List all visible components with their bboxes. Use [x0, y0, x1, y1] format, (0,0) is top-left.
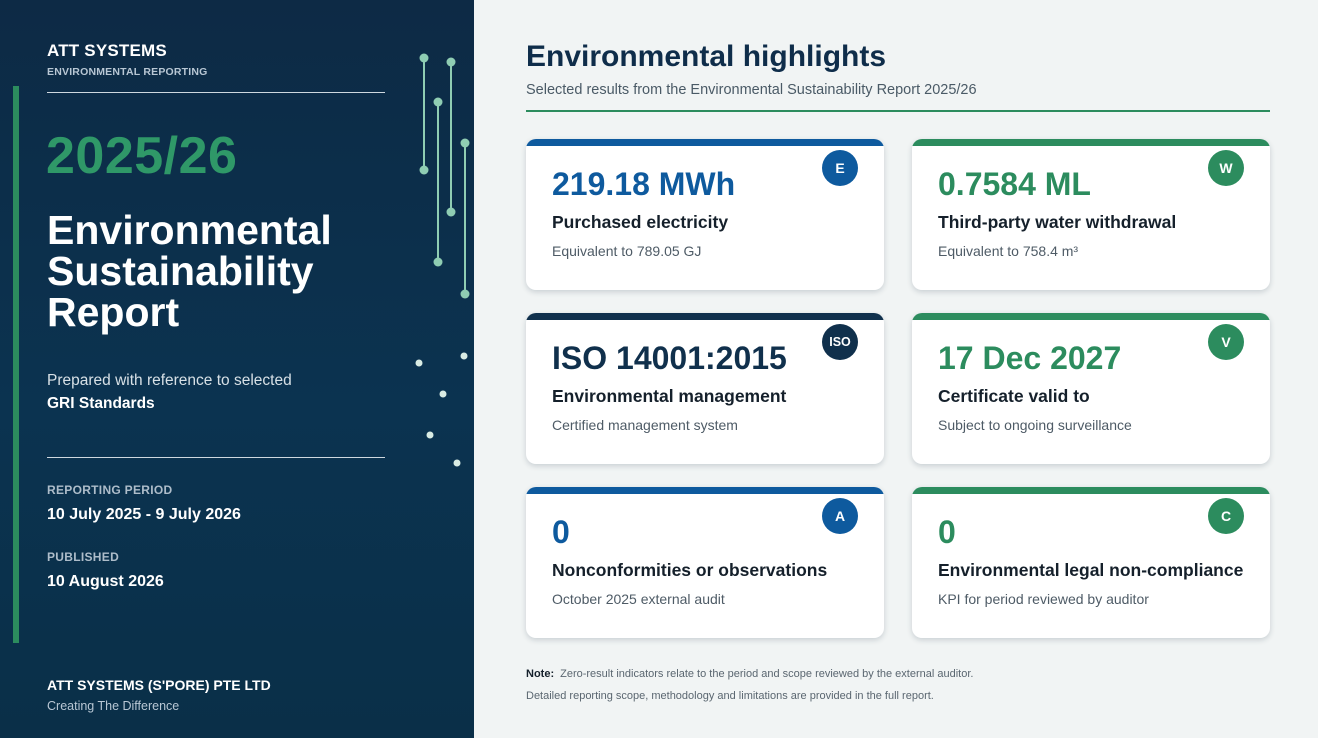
kpi-value: 0: [938, 514, 956, 550]
footnote-label: Note:: [526, 668, 555, 680]
card-top-bar: [526, 139, 884, 146]
report-year: 2025/26: [46, 127, 238, 185]
kpi-description: Equivalent to 789.05 GJ: [552, 243, 702, 259]
kpi-card-audit: A 0 Nonconformities or observations Octo…: [526, 487, 884, 638]
company-tagline: Creating The Difference: [47, 699, 180, 713]
brand-name: ATT SYSTEMS: [47, 41, 167, 60]
gri-standards-text: GRI Standards: [47, 395, 155, 412]
report-title-line-2: Sustainability: [47, 248, 314, 294]
kpi-value: 0.7584 ML: [938, 166, 1091, 202]
validity-badge-icon: V: [1208, 324, 1244, 360]
prepared-with-text: Prepared with reference to selected: [47, 372, 292, 389]
footnote-text: Zero-result indicators relate to the per…: [560, 668, 974, 680]
circuit-decoration-icon: [415, 53, 470, 467]
report-title: Environmental Sustainability Report: [47, 210, 377, 333]
kpi-value: 0: [552, 514, 570, 550]
kpi-description: Equivalent to 758.4 m³: [938, 243, 1079, 259]
accent-bar: [13, 86, 19, 643]
electricity-badge-icon: E: [822, 150, 858, 186]
kpi-label: Environmental legal non-compliance: [938, 560, 1244, 580]
reporting-period-label: REPORTING PERIOD: [47, 483, 173, 497]
kpi-value: 219.18 MWh: [552, 166, 736, 202]
kpi-card-certificate: V 17 Dec 2027 Certificate valid to Subje…: [912, 313, 1270, 464]
kpi-label: Nonconformities or observations: [552, 560, 828, 580]
reporting-period-value: 10 July 2025 - 9 July 2026: [47, 506, 241, 523]
divider: [47, 92, 385, 93]
brand-subtitle: ENVIRONMENTAL REPORTING: [47, 66, 208, 78]
page-subtitle: Selected results from the Environmental …: [526, 82, 977, 98]
card-top-bar: [526, 313, 884, 320]
card-top-bar: [526, 487, 884, 494]
iso-badge-icon: ISO: [822, 324, 858, 360]
compliance-badge-icon: C: [1208, 498, 1244, 534]
kpi-description: October 2025 external audit: [552, 591, 725, 607]
audit-badge-icon: A: [822, 498, 858, 534]
kpi-card-electricity: E 219.18 MWh Purchased electricity Equiv…: [526, 139, 884, 290]
page-title: Environmental highlights: [526, 40, 887, 73]
kpi-card-compliance: C 0 Environmental legal non-compliance K…: [912, 487, 1270, 638]
card-top-bar: [912, 487, 1270, 494]
report-title-line-1: Environmental: [47, 207, 332, 253]
kpi-label: Environmental management: [552, 386, 787, 406]
kpi-label: Certificate valid to: [938, 386, 1090, 406]
kpi-description: Subject to ongoing surveillance: [938, 417, 1132, 433]
water-badge-icon: W: [1208, 150, 1244, 186]
title-underline: [526, 110, 1270, 112]
card-top-bar: [912, 313, 1270, 320]
cover-panel: ATT SYSTEMS ENVIRONMENTAL REPORTING 2025…: [0, 0, 474, 738]
footnote-scope: Detailed reporting scope, methodology an…: [526, 690, 934, 702]
report-title-line-3: Report: [47, 289, 180, 335]
card-top-bar: [912, 139, 1270, 146]
company-name: ATT SYSTEMS (S'PORE) PTE LTD: [47, 677, 271, 693]
divider: [47, 457, 385, 458]
footnote: Note: Zero-result indicators relate to th…: [526, 668, 973, 680]
published-label: PUBLISHED: [47, 550, 120, 564]
kpi-description: Certified management system: [552, 417, 738, 433]
kpi-value: 17 Dec 2027: [938, 340, 1122, 376]
kpi-label: Purchased electricity: [552, 212, 729, 232]
published-value: 10 August 2026: [47, 573, 164, 590]
kpi-card-iso: ISO ISO 14001:2015 Environmental managem…: [526, 313, 884, 464]
kpi-card-water: W 0.7584 ML Third-party water withdrawal…: [912, 139, 1270, 290]
kpi-description: KPI for period reviewed by auditor: [938, 591, 1149, 607]
kpi-value: ISO 14001:2015: [552, 340, 787, 376]
kpi-label: Third-party water withdrawal: [938, 212, 1177, 232]
